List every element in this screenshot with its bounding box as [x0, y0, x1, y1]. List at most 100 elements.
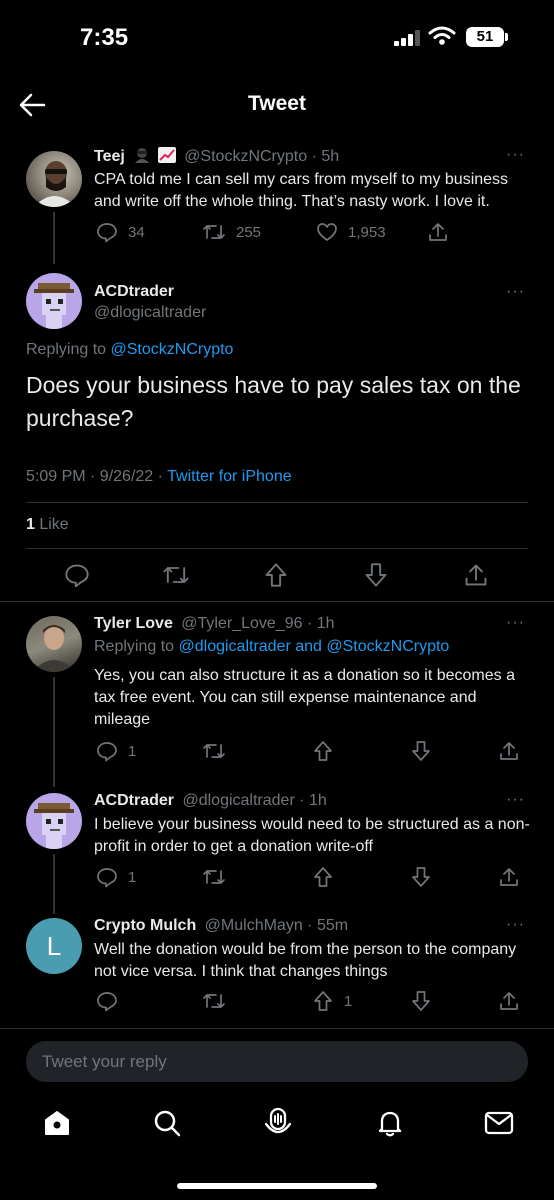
avatar-photo-icon: [34, 161, 76, 207]
retweet-icon[interactable]: [202, 990, 226, 1012]
reply-icon[interactable]: [64, 562, 90, 588]
author-handle[interactable]: @MulchMayn: [205, 917, 303, 934]
avatar[interactable]: L: [26, 918, 82, 974]
retweet-icon[interactable]: [202, 740, 226, 762]
likes-summary[interactable]: 1 Like: [26, 516, 69, 534]
tweet-text: CPA told me I can sell my cars from myse…: [94, 171, 509, 210]
avatar-photo-icon: [32, 625, 76, 672]
tweet-text: Well the donation would be from the pers…: [94, 941, 517, 980]
divider: [0, 1028, 554, 1029]
author-name[interactable]: Crypto Mulch: [94, 917, 196, 934]
reply-action[interactable]: 34: [96, 221, 145, 243]
like-count: 1,953: [348, 223, 386, 241]
retweet-icon[interactable]: [162, 562, 190, 588]
tweet-text: Yes, you can also structure it as a dona…: [94, 667, 515, 728]
like-action[interactable]: 1,953: [316, 221, 386, 243]
home-icon[interactable]: [42, 1108, 72, 1138]
tweet-time: · 1h: [306, 615, 335, 632]
avatar[interactable]: [26, 151, 82, 207]
replying-to-link[interactable]: @dlogicaltrader and @StockzNCrypto: [179, 638, 450, 655]
notifications-bell-icon[interactable]: [375, 1108, 405, 1138]
more-options-icon[interactable]: ···: [506, 283, 525, 301]
reply-icon[interactable]: [96, 990, 118, 1012]
reply-action[interactable]: 1: [96, 866, 136, 888]
reply-count: 1: [128, 742, 137, 760]
reply-icon: [97, 868, 117, 888]
avatar[interactable]: [26, 273, 82, 329]
upvote-icon[interactable]: [312, 866, 334, 888]
heart-icon: [317, 223, 337, 241]
tweet-timestamp: 5:09 PM · 9/26/22 ·: [26, 468, 168, 485]
status-time: 7:35: [80, 24, 129, 51]
share-icon[interactable]: [498, 990, 520, 1012]
tweet-header: Teej @StockzNCrypto · 5h: [94, 147, 339, 166]
likes-label: Like: [34, 516, 69, 533]
page-title: Tweet: [248, 92, 306, 115]
home-indicator: [177, 1183, 377, 1189]
chart-emoji-icon: [157, 147, 176, 163]
tweet-source-link[interactable]: Twitter for iPhone: [167, 468, 292, 485]
reply-input[interactable]: Tweet your reply: [26, 1041, 528, 1082]
ninja-emoji-icon: [133, 147, 151, 163]
tweet-header: Tyler Love @Tyler_Love_96 · 1h: [94, 615, 335, 633]
main-tweet-text: Does your business have to pay sales tax…: [26, 372, 521, 431]
more-options-icon[interactable]: ···: [506, 916, 525, 934]
upvote-icon[interactable]: [263, 562, 289, 588]
downvote-icon[interactable]: [410, 990, 432, 1012]
spaces-icon[interactable]: [262, 1106, 294, 1140]
likes-count: 1: [26, 516, 35, 533]
downvote-icon[interactable]: [410, 740, 432, 762]
more-options-icon[interactable]: ···: [506, 146, 525, 164]
retweet-icon: [203, 225, 225, 239]
author-handle[interactable]: @Tyler_Love_96: [181, 615, 302, 632]
reply-icon: [97, 223, 117, 243]
author-name[interactable]: Tyler Love: [94, 615, 173, 632]
share-icon[interactable]: [427, 221, 449, 243]
share-icon[interactable]: [463, 562, 489, 588]
upvote-icon: [314, 991, 332, 1011]
thread-line: [53, 854, 55, 914]
avatar[interactable]: [26, 616, 82, 672]
retweet-count: 255: [236, 223, 262, 241]
author-handle[interactable]: @dlogicaltrader: [182, 792, 294, 809]
upvote-action[interactable]: 1: [312, 990, 352, 1012]
reply-icon: [97, 742, 117, 762]
divider: [26, 502, 528, 503]
upvote-icon[interactable]: [312, 740, 334, 762]
share-icon[interactable]: [498, 740, 520, 762]
search-icon[interactable]: [152, 1108, 182, 1138]
more-options-icon[interactable]: ···: [506, 791, 525, 809]
share-icon[interactable]: [498, 866, 520, 888]
more-options-icon[interactable]: ···: [506, 614, 525, 632]
replying-to: Replying to @StockzNCrypto: [26, 341, 233, 359]
battery-nub: [505, 33, 508, 41]
author-name[interactable]: Teej: [94, 148, 125, 165]
tweet-time: · 55m: [307, 917, 349, 934]
tweet-header: ACDtrader @dlogicaltrader · 1h: [94, 792, 327, 810]
upvote-count: 1: [344, 992, 353, 1010]
reply-action[interactable]: 1: [96, 740, 136, 762]
retweet-action[interactable]: 255: [202, 221, 261, 243]
divider: [26, 548, 528, 549]
downvote-icon[interactable]: [410, 866, 432, 888]
author-handle[interactable]: @StockzNCrypto: [184, 148, 307, 165]
pixel-avatar-icon: [34, 803, 74, 849]
signal-icon: [394, 30, 420, 46]
battery-indicator: 51: [466, 27, 504, 47]
downvote-icon[interactable]: [363, 562, 389, 588]
messages-mail-icon[interactable]: [484, 1110, 514, 1136]
tweet-header: Crypto Mulch @MulchMayn · 55m: [94, 917, 348, 935]
avatar[interactable]: [26, 793, 82, 849]
replying-to-link[interactable]: @StockzNCrypto: [111, 341, 234, 358]
author-name[interactable]: ACDtrader: [94, 283, 174, 301]
author-name[interactable]: ACDtrader: [94, 792, 174, 809]
pixel-avatar-icon: [34, 283, 74, 329]
tweet-meta: 5:09 PM · 9/26/22 · Twitter for iPhone: [26, 468, 292, 486]
retweet-icon[interactable]: [202, 866, 226, 888]
reply-count: 34: [128, 223, 145, 241]
author-handle[interactable]: @dlogicaltrader: [94, 304, 206, 322]
replying-prefix: Replying to: [94, 638, 179, 655]
reply-count: 1: [128, 868, 137, 886]
tweet-time: · 5h: [311, 148, 340, 165]
wifi-icon: [428, 26, 456, 45]
